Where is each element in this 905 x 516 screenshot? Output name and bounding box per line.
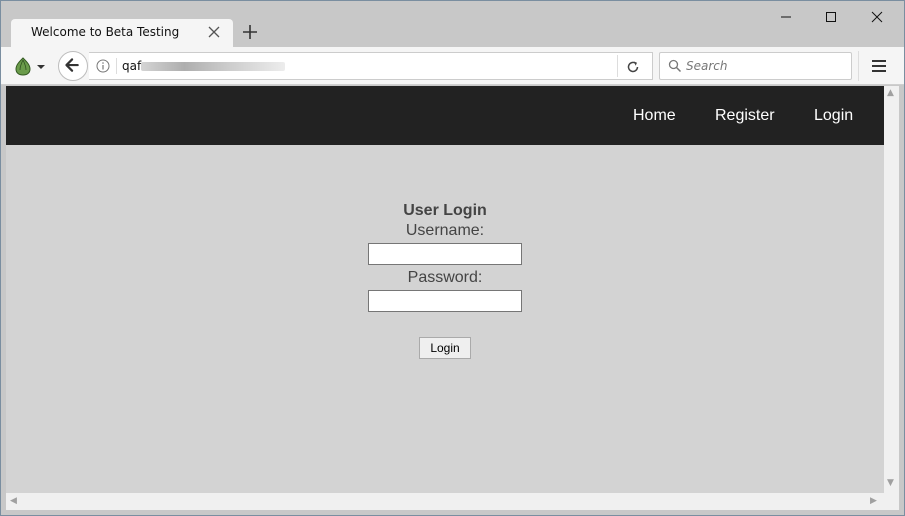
username-label: Username:	[405, 222, 485, 239]
reload-icon[interactable]	[625, 59, 641, 75]
browser-window: Welcome to Beta Testing qaf Search Home …	[0, 0, 905, 516]
password-label: Password:	[407, 269, 483, 286]
browser-tab[interactable]: Welcome to Beta Testing	[11, 19, 233, 47]
tab-strip: Welcome to Beta Testing	[1, 1, 904, 47]
nav-link-home[interactable]: Home	[633, 107, 676, 125]
back-button[interactable]	[58, 51, 88, 81]
reload-separator	[617, 55, 618, 77]
scroll-right-icon[interactable]: ▶	[870, 496, 877, 506]
login-button[interactable]: Login	[419, 337, 471, 359]
scroll-left-icon[interactable]: ◀	[10, 496, 17, 506]
minimize-icon[interactable]	[776, 7, 796, 27]
tab-title: Welcome to Beta Testing	[31, 25, 180, 39]
login-heading: User Login	[403, 202, 487, 219]
search-bar[interactable]: Search	[659, 52, 852, 80]
maximize-icon[interactable]	[821, 7, 841, 27]
redacted-url	[141, 62, 285, 71]
url-bar[interactable]: qaf	[89, 52, 653, 80]
hamburger-menu-icon[interactable]	[871, 59, 887, 73]
scrollbar-corner	[884, 493, 899, 510]
info-icon[interactable]	[96, 59, 110, 73]
onion-icon[interactable]	[13, 56, 49, 76]
close-tab-icon[interactable]	[207, 25, 221, 39]
url-separator	[116, 58, 117, 74]
username-input[interactable]	[368, 243, 522, 265]
url-text[interactable]: qaf	[122, 59, 141, 73]
back-arrow-icon	[65, 58, 79, 72]
page-viewport: Home Register Login User Login Username:…	[6, 86, 884, 493]
vertical-scrollbar[interactable]: ▲ ▼	[884, 86, 899, 493]
search-icon	[668, 59, 682, 73]
scroll-up-icon[interactable]: ▲	[887, 88, 894, 98]
scroll-down-icon[interactable]: ▼	[887, 478, 894, 488]
password-input[interactable]	[368, 290, 522, 312]
new-tab-icon[interactable]	[241, 23, 259, 41]
nav-link-register[interactable]: Register	[715, 107, 775, 125]
login-form: User Login Username: Password: Login	[6, 201, 884, 359]
browser-toolbar: qaf Search	[1, 47, 904, 85]
nav-link-login[interactable]: Login	[814, 107, 853, 125]
menu-separator	[858, 51, 859, 81]
search-placeholder: Search	[686, 59, 728, 73]
close-window-icon[interactable]	[867, 7, 887, 27]
horizontal-scrollbar[interactable]: ◀ ▶	[6, 493, 884, 510]
site-navbar: Home Register Login	[6, 86, 884, 145]
